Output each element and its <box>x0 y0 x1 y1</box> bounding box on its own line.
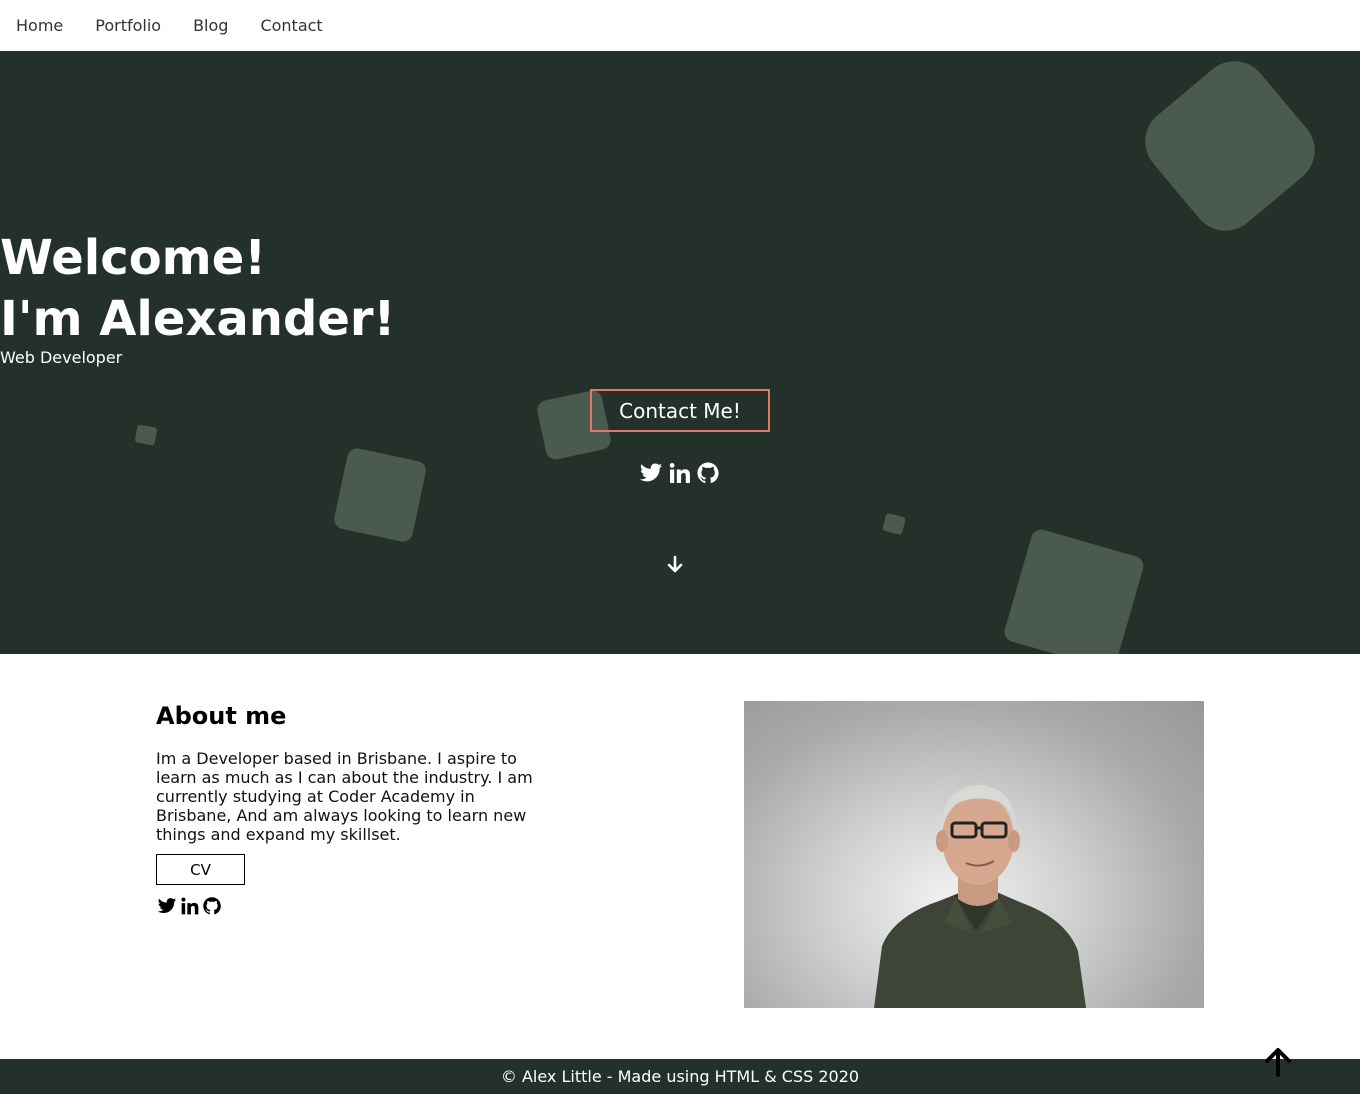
decorative-shape <box>1002 527 1146 654</box>
github-icon[interactable] <box>202 896 222 920</box>
twitter-icon[interactable] <box>156 896 178 920</box>
decorative-shape <box>882 512 906 536</box>
github-icon[interactable] <box>696 461 720 485</box>
nav-item-home[interactable]: Home <box>16 16 63 35</box>
profile-photo <box>744 701 1204 1008</box>
twitter-icon[interactable] <box>638 461 664 485</box>
decorative-shape <box>332 446 428 544</box>
footer: © Alex Little - Made using HTML & CSS 20… <box>0 1059 1360 1094</box>
hero-title-line1: Welcome! <box>0 230 267 286</box>
hero-section: Welcome! I'm Alexander! Web Developer Co… <box>0 51 1360 654</box>
about-body: Im a Developer based in Brisbane. I aspi… <box>156 749 533 844</box>
about-social-links <box>156 896 222 920</box>
top-navigation: Home Portfolio Blog Contact <box>0 0 1360 51</box>
linkedin-icon[interactable] <box>668 461 692 485</box>
footer-text: © Alex Little - Made using HTML & CSS 20… <box>500 1067 860 1086</box>
contact-me-button[interactable]: Contact Me! <box>590 389 770 432</box>
hero-subtitle: Web Developer <box>0 348 123 367</box>
arrow-up-icon[interactable] <box>1262 1046 1294 1082</box>
nav-item-contact[interactable]: Contact <box>260 16 322 35</box>
nav-item-portfolio[interactable]: Portfolio <box>95 16 161 35</box>
hero-title-line2: I'm Alexander! <box>0 291 396 347</box>
cv-button[interactable]: CV <box>156 854 245 885</box>
linkedin-icon[interactable] <box>180 896 200 920</box>
arrow-down-icon[interactable] <box>666 555 684 579</box>
about-section: About me Im a Developer based in Brisban… <box>0 654 1360 1059</box>
decorative-shape <box>134 424 158 446</box>
nav-item-blog[interactable]: Blog <box>193 16 228 35</box>
hero-social-links <box>638 461 720 485</box>
about-heading: About me <box>156 702 287 730</box>
decorative-shape <box>1131 51 1329 245</box>
